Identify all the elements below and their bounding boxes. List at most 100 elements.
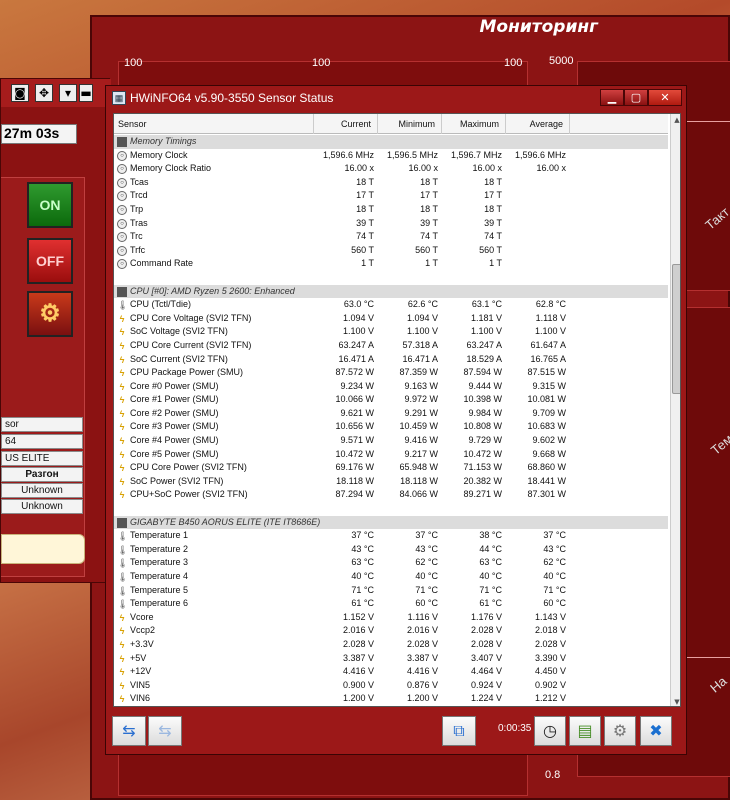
average-value xyxy=(506,203,570,217)
sensor-row[interactable]: ○ Trfc 560 T 560 T 560 T xyxy=(114,244,668,258)
clock-button[interactable]: ◷ xyxy=(534,716,566,746)
sensor-row[interactable]: ϟ SoC Power (SVI2 TFN) 18.118 W 18.118 W 20.… xyxy=(114,475,668,489)
table-header: Sensor Current Minimum Maximum Average xyxy=(114,114,668,134)
sensor-row[interactable]: ○ Command Rate 1 T 1 T 1 T xyxy=(114,257,668,271)
maximum-value: 44 °C xyxy=(479,543,502,554)
minimize-icon[interactable]: ▬ xyxy=(79,84,93,102)
sensor-row[interactable]: 🌡 Temperature 6 61 °C 60 °C 61 °C 60 °C xyxy=(114,597,668,611)
thermometer-icon: 🌡 xyxy=(117,544,129,555)
current-value: 10.656 W xyxy=(335,421,374,432)
sensor-row[interactable]: ϟ CPU+SoC Power (SVI2 TFN) 87.294 W 84.066 … xyxy=(114,488,668,502)
sensor-row[interactable]: 🌡 Temperature 5 71 °C 71 °C 71 °C 71 °C xyxy=(114,584,668,598)
minimum-value: 74 T xyxy=(420,231,438,242)
sensor-row[interactable]: 🌡 Temperature 1 37 °C 37 °C 38 °C 37 °C xyxy=(114,529,668,543)
sensor-row[interactable]: ϟ Core #2 Power (SMU) 9.621 W 9.291 W 9.984 … xyxy=(114,407,668,421)
sensor-row[interactable]: ○ Tras 39 T 39 T 39 T xyxy=(114,217,668,231)
network-button[interactable]: ⧉ xyxy=(442,716,476,746)
sensor-row[interactable]: ○ Memory Clock Ratio 16.00 x 16.00 x 16.00 x… xyxy=(114,162,668,176)
average-value: 10.081 W xyxy=(527,394,566,405)
navigate-arrows-button[interactable]: ⇆ xyxy=(112,716,146,746)
column-header-average[interactable]: Average xyxy=(506,114,570,134)
sensor-group-row[interactable]: CPU [#0]: AMD Ryzen 5 2600: Enhanced xyxy=(114,284,668,299)
current-value: 16.471 A xyxy=(338,353,374,364)
voltage-icon: ϟ xyxy=(119,381,125,392)
sensor-row[interactable]: ϟ CPU Core Current (SVI2 TFN) 63.247 A 57.3… xyxy=(114,339,668,353)
current-value: 1.100 V xyxy=(342,326,374,337)
off-button[interactable]: OFF xyxy=(27,238,73,284)
column-header-sensor[interactable]: Sensor xyxy=(114,114,314,134)
close-sensors-button[interactable]: ✖ xyxy=(640,716,672,746)
clock-icon: ○ xyxy=(117,218,127,229)
minimum-value: 1.116 V xyxy=(407,611,438,622)
clock-icon: ○ xyxy=(117,150,127,161)
close-button[interactable]: ✕ xyxy=(648,89,682,106)
maximum-value: 63.1 °C xyxy=(471,299,502,310)
report-button[interactable]: ▤ xyxy=(569,716,601,746)
column-header-current[interactable]: Current xyxy=(314,114,378,134)
sensor-row[interactable]: ϟ +12V 4.416 V 4.416 V 4.464 V 4.450 V xyxy=(114,665,668,679)
sensor-row[interactable]: ○ Trp 18 T 18 T 18 T xyxy=(114,203,668,217)
sensor-name: Trfc xyxy=(130,244,146,255)
average-value: 68.860 W xyxy=(527,462,566,473)
sensor-row[interactable]: ϟ CPU Core Voltage (SVI2 TFN) 1.094 V 1.094… xyxy=(114,312,668,326)
settings-button[interactable]: ⚙ xyxy=(27,291,73,337)
current-value: 43 °C xyxy=(351,543,374,554)
sensor-row[interactable]: ϟ Core #0 Power (SMU) 9.234 W 9.163 W 9.444 … xyxy=(114,380,668,394)
sensor-row[interactable]: ϟ Core #4 Power (SMU) 9.571 W 9.416 W 9.729 … xyxy=(114,434,668,448)
sensor-row[interactable]: ϟ Vcore 1.152 V 1.116 V 1.176 V 1.143 V xyxy=(114,611,668,625)
minimize-button[interactable]: ▁ xyxy=(600,89,624,106)
maximum-value: 17 T xyxy=(484,190,502,201)
camera-icon[interactable]: ◙ xyxy=(11,84,29,102)
plot-label: 5000 xyxy=(549,55,574,67)
on-button[interactable]: ON xyxy=(27,182,73,228)
minimum-value: 1 T xyxy=(425,258,438,269)
sensor-row[interactable]: ϟ +5V 3.387 V 3.387 V 3.407 V 3.390 V xyxy=(114,652,668,666)
scrollbar-thumb[interactable] xyxy=(672,264,680,394)
current-value: 10.472 W xyxy=(335,448,374,459)
dropdown-icon[interactable]: ▾ xyxy=(59,84,77,102)
maximum-value: 63 °C xyxy=(479,557,502,568)
sensor-row[interactable]: 🌡 Temperature 4 40 °C 40 °C 40 °C 40 °C xyxy=(114,570,668,584)
current-value: 17 T xyxy=(356,190,374,201)
move-icon[interactable]: ✥ xyxy=(35,84,53,102)
settings-button[interactable]: ⚙ xyxy=(604,716,636,746)
average-value: 71 °C xyxy=(543,584,566,595)
sensor-row[interactable]: ϟ Core #5 Power (SMU) 10.472 W 9.217 W 10.47… xyxy=(114,448,668,462)
sensor-row[interactable]: 🌡 Temperature 3 63 °C 62 °C 63 °C 62 °C xyxy=(114,556,668,570)
maximum-value: 0.924 V xyxy=(470,679,502,690)
sensor-row[interactable]: 🌡 Temperature 2 43 °C 43 °C 44 °C 43 °C xyxy=(114,543,668,557)
scroll-up-icon[interactable]: ▲ xyxy=(671,114,680,126)
sensor-row[interactable]: ○ Memory Clock 1,596.6 MHz 1,596.5 MHz 1,596… xyxy=(114,149,668,163)
sensor-row[interactable]: ϟ SoC Current (SVI2 TFN) 16.471 A 16.471 A 1… xyxy=(114,353,668,367)
sensor-row[interactable]: ○ Tcas 18 T 18 T 18 T xyxy=(114,176,668,190)
sensor-row[interactable]: ϟ VIN5 0.900 V 0.876 V 0.924 V 0.902 V xyxy=(114,679,668,693)
sensor-name: +12V xyxy=(130,666,152,677)
sensor-row[interactable]: ϟ CPU Core Power (SVI2 TFN) 69.176 W 65.948… xyxy=(114,461,668,475)
column-header-maximum[interactable]: Maximum xyxy=(442,114,506,134)
current-value: 18 T xyxy=(356,203,374,214)
navigate-arrows-button-disabled[interactable]: ⇆ xyxy=(148,716,182,746)
sensor-row[interactable]: ϟ CPU Package Power (SMU) 87.572 W 87.359 W… xyxy=(114,366,668,380)
sensor-row[interactable]: ϟ VIN6 1.200 V 1.200 V 1.224 V 1.212 V xyxy=(114,692,668,706)
sensor-row[interactable]: ϟ Core #1 Power (SMU) 10.066 W 9.972 W 10.39… xyxy=(114,393,668,407)
sensor-row[interactable]: 🌡 CPU (Tctl/Tdie) 63.0 °C 62.6 °C 63.1 °C 62.… xyxy=(114,298,668,312)
sensor-group-row[interactable]: GIGABYTE B450 AORUS ELITE (ITE IT8686E) xyxy=(114,515,668,530)
sensor-group-row[interactable]: Memory Timings xyxy=(114,135,668,149)
sensor-name: VIN6 xyxy=(130,693,151,704)
vertical-scrollbar[interactable]: ▲ ▼ xyxy=(670,114,680,706)
sensor-row[interactable]: ϟ +3.3V 2.028 V 2.028 V 2.028 V 2.028 V xyxy=(114,638,668,652)
scroll-down-icon[interactable]: ▼ xyxy=(671,696,680,706)
sensor-row[interactable]: ϟ Vccp2 2.016 V 2.016 V 2.028 V 2.018 V xyxy=(114,624,668,638)
maximum-value: 10.472 W xyxy=(463,448,502,459)
sensor-row[interactable]: ϟ SoC Voltage (SVI2 TFN) 1.100 V 1.100 V 1.1… xyxy=(114,325,668,339)
average-value: 9.668 W xyxy=(532,448,566,459)
sensor-row[interactable]: ○ Trc 74 T 74 T 74 T xyxy=(114,230,668,244)
maximum-value: 2.028 V xyxy=(470,625,502,636)
sensor-row[interactable]: ○ Trcd 17 T 17 T 17 T xyxy=(114,189,668,203)
sensor-name: CPU Core Voltage (SVI2 TFN) xyxy=(130,312,252,323)
maximize-button[interactable]: ▢ xyxy=(624,89,648,106)
voltage-icon: ϟ xyxy=(119,408,125,419)
sensor-row[interactable]: ϟ Core #3 Power (SMU) 10.656 W 10.459 W 10.8… xyxy=(114,420,668,434)
column-header-minimum[interactable]: Minimum xyxy=(378,114,442,134)
current-value: 69.176 W xyxy=(335,462,374,473)
